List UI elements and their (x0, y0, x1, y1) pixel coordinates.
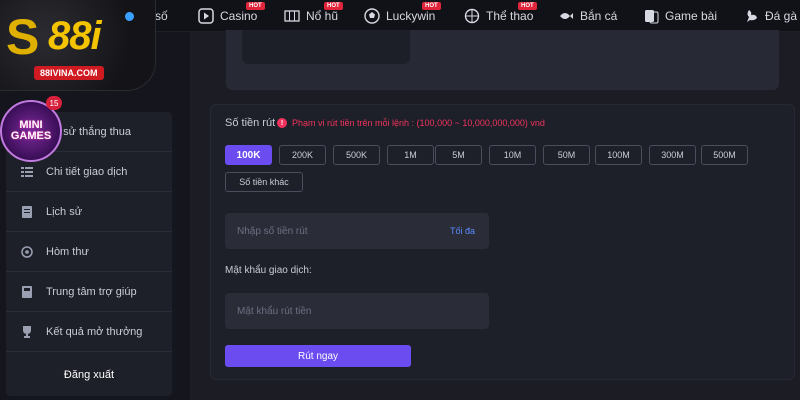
amount-chip-50m[interactable]: 50M (543, 145, 590, 165)
password-input-placeholder: Mật khẩu rút tiền (237, 305, 312, 317)
sidebar-item-label: Hòm thư (46, 245, 89, 258)
logout-button[interactable]: Đăng xuất (6, 360, 172, 390)
slot-machine-icon (284, 8, 300, 24)
amount-chip-1m[interactable]: 1M (387, 145, 434, 165)
nav-item-label: Luckywin (386, 9, 436, 23)
max-amount-button[interactable]: Tối đa (450, 226, 475, 236)
amount-chip-10m[interactable]: 10M (489, 145, 536, 165)
nav-item-label: Đá gà (765, 9, 798, 23)
trophy-icon (20, 325, 34, 339)
amount-label: Số tiền rút (225, 117, 276, 129)
nav-item-label: Casino (220, 9, 258, 23)
withdraw-form: Số tiền rút ! Phạm vi rút tiền trên mỗi … (210, 104, 795, 380)
password-label: Mật khẩu giao dịch: (225, 265, 312, 276)
sidebar-item-label: Lịch sử (46, 205, 83, 218)
range-note: ! Phạm vi rút tiền trên mỗi lệnh : (100,… (277, 118, 545, 128)
nav-item-casino[interactable]: Casino HOT (198, 0, 265, 32)
password-input[interactable]: Mật khẩu rút tiền (225, 293, 489, 329)
nav-item-slots[interactable]: Nổ hũ HOT (284, 0, 343, 32)
nav-item-label: Bắn cá (580, 9, 618, 23)
hot-badge: HOT (324, 2, 343, 10)
other-amount-chip[interactable]: Số tiền khác (225, 172, 303, 192)
logo-domain: 88IVINA.COM (34, 66, 104, 80)
sidebar-item-history[interactable]: Lịch sử (6, 192, 172, 232)
logo-dot (125, 12, 134, 21)
mini-games-count-badge: 15 (46, 96, 62, 110)
account-info-panel (226, 30, 779, 90)
amount-chip-5m[interactable]: 5M (435, 145, 482, 165)
sidebar-item-label: Kết quả mở thưởng (46, 325, 143, 338)
fish-icon (558, 8, 574, 24)
play-icon (198, 8, 214, 24)
sidebar-item-help-center[interactable]: Trung tâm trợ giúp (6, 272, 172, 312)
nav-item-cockfight[interactable]: Đá gà (743, 0, 797, 32)
amount-chip-200k[interactable]: 200K (279, 145, 326, 165)
cards-icon (643, 8, 659, 24)
sidebar-item-label: Trung tâm trợ giúp (46, 285, 137, 298)
amount-chip-100k[interactable]: 100K (225, 145, 272, 165)
site-logo[interactable]: S 88i 88IVINA.COM (0, 0, 155, 90)
nav-item-card-games[interactable]: Game bài (643, 0, 717, 32)
sidebar-item-results[interactable]: Kết quả mở thưởng (6, 312, 172, 352)
account-info-card (242, 30, 410, 64)
withdraw-submit-button[interactable]: Rút ngay (225, 345, 411, 367)
nav-item-label: Nổ hũ (306, 9, 339, 23)
amount-input[interactable]: Nhập số tiền rút Tối đa (225, 213, 489, 249)
nav-item-label: Thể thao (486, 9, 534, 23)
rooster-icon (743, 8, 759, 24)
hot-badge: HOT (422, 2, 441, 10)
help-book-icon (20, 285, 34, 299)
amount-chip-500m[interactable]: 500M (701, 145, 748, 165)
nav-item-luckywin[interactable]: Luckywin HOT (364, 0, 441, 32)
amount-chip-100m[interactable]: 100M (595, 145, 642, 165)
sidebar-item-mailbox[interactable]: Hòm thư (6, 232, 172, 272)
sidebar-item-label: Chi tiết giao dịch (46, 165, 128, 178)
nav-item-label: Game bài (665, 9, 718, 23)
nav-item-sports[interactable]: Thể thao HOT (464, 0, 537, 32)
range-note-text: Phạm vi rút tiền trên mỗi lệnh : (100,00… (292, 118, 545, 128)
sports-icon (464, 8, 480, 24)
nav-item-fishing[interactable]: Bắn cá (558, 0, 617, 32)
amount-input-placeholder: Nhập số tiền rút (237, 225, 308, 237)
ball-icon (364, 8, 380, 24)
amount-chip-500k[interactable]: 500K (333, 145, 380, 165)
document-icon (20, 205, 34, 219)
info-icon: ! (277, 118, 287, 128)
hot-badge: HOT (246, 2, 265, 10)
mail-icon (20, 245, 34, 259)
main-content: Số tiền rút ! Phạm vi rút tiền trên mỗi … (190, 30, 800, 400)
dragon-emblem-icon: S (6, 9, 40, 65)
hot-badge: HOT (518, 2, 537, 10)
list-icon (20, 165, 34, 179)
amount-chip-300m[interactable]: 300M (649, 145, 696, 165)
mini-games-label-line2: GAMES (10, 130, 52, 142)
logo-text: 88i (48, 14, 102, 58)
